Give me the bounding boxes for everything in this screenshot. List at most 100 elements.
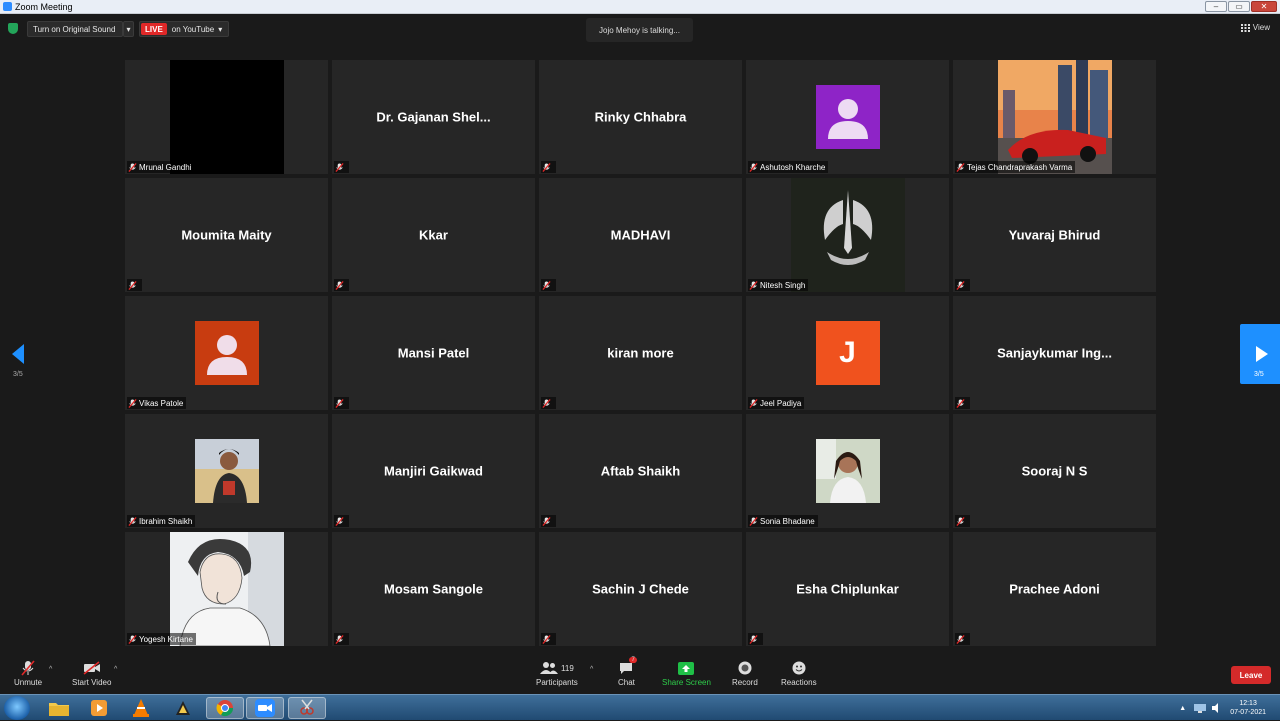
participant-name-center: Manjiri Gaikwad — [384, 463, 483, 479]
participants-button[interactable]: 119 Participants — [536, 660, 578, 687]
video-options-caret[interactable]: ^ — [114, 666, 117, 673]
participant-tile[interactable]: Mrunal Gandhi — [125, 60, 328, 174]
participant-name: Vikas Patole — [139, 398, 184, 408]
window-title: Zoom Meeting — [15, 1, 73, 12]
maximize-button[interactable]: ▭ — [1228, 1, 1250, 12]
vlc-icon[interactable] — [122, 697, 160, 719]
record-icon — [738, 660, 752, 676]
participant-tile[interactable]: Yogesh Kirtane — [125, 532, 328, 646]
participant-tile[interactable]: Aftab Shaikh — [539, 414, 742, 528]
participant-tile[interactable]: Sanjaykumar Ing... — [953, 296, 1156, 410]
muted-microphone-icon — [334, 634, 344, 644]
participant-name: Yogesh Kirtane — [139, 634, 193, 644]
reactions-label: Reactions — [781, 678, 817, 687]
start-button-icon[interactable] — [4, 696, 30, 720]
participant-label — [541, 633, 556, 645]
reactions-button[interactable]: Reactions — [781, 660, 817, 687]
muted-microphone-icon — [334, 398, 344, 408]
muted-microphone-icon — [127, 516, 137, 526]
participants-label: Participants — [536, 678, 578, 687]
participant-tile[interactable]: Vikas Patole — [125, 296, 328, 410]
participant-label: Tejas Chandraprakash Varma — [955, 161, 1076, 173]
audio-options-caret[interactable]: ^ — [49, 666, 52, 673]
participant-tile[interactable]: Ashutosh Kharche — [746, 60, 949, 174]
participant-tile[interactable]: Moumita Maity — [125, 178, 328, 292]
participant-name-center: Mosam Sangole — [384, 581, 483, 597]
muted-microphone-icon — [955, 162, 965, 172]
tray-expand-icon[interactable]: ▲ — [1179, 705, 1186, 712]
participant-tile[interactable]: Sonia Bhadane — [746, 414, 949, 528]
participant-tile[interactable]: Kkar — [332, 178, 535, 292]
muted-microphone-icon — [541, 162, 551, 172]
participant-tile[interactable]: MADHAVI — [539, 178, 742, 292]
participant-name-center: Yuvaraj Bhirud — [1008, 227, 1101, 243]
participant-tile[interactable]: Sachin J Chede — [539, 532, 742, 646]
participants-count: 119 — [561, 663, 574, 673]
participant-label — [334, 279, 349, 291]
participant-name-center: Dr. Gajanan Shel... — [376, 109, 491, 125]
participant-photo — [790, 178, 905, 292]
close-button[interactable]: ✕ — [1251, 1, 1277, 12]
media-player-icon[interactable] — [80, 697, 118, 719]
previous-page-arrow-icon[interactable] — [12, 344, 26, 364]
file-explorer-icon[interactable] — [40, 697, 78, 719]
participant-photo — [997, 60, 1112, 174]
participant-tile[interactable]: Tejas Chandraprakash Varma — [953, 60, 1156, 174]
volume-icon[interactable] — [1212, 703, 1222, 713]
chrome-icon[interactable] — [206, 697, 244, 719]
record-button[interactable]: Record — [732, 660, 758, 687]
leave-label: Leave — [1239, 670, 1263, 680]
participants-options-caret[interactable]: ^ — [590, 666, 593, 673]
window-titlebar: Zoom Meeting – ▭ ✕ — [0, 0, 1280, 14]
participant-tile[interactable]: Manjiri Gaikwad — [332, 414, 535, 528]
participant-tile[interactable]: Mansi Patel — [332, 296, 535, 410]
snipping-tool-icon[interactable] — [288, 697, 326, 719]
participant-tile[interactable]: Rinky Chhabra — [539, 60, 742, 174]
view-label: View — [1252, 23, 1270, 32]
participant-tile[interactable]: Nitesh Singh — [746, 178, 949, 292]
unmute-button[interactable]: Unmute — [14, 660, 42, 687]
participant-tile[interactable]: Yuvaraj Bhirud — [953, 178, 1156, 292]
participant-name: Mrunal Gandhi — [139, 162, 192, 172]
record-label: Record — [732, 678, 758, 687]
participant-tile[interactable]: J Jeel Padiya — [746, 296, 949, 410]
leave-button[interactable]: Leave — [1231, 666, 1271, 684]
taskbar-clock[interactable]: 12:13 07-07-2021 — [1230, 699, 1266, 717]
minimize-button[interactable]: – — [1205, 1, 1227, 12]
shield-icon[interactable] — [8, 23, 18, 34]
participant-label: Mrunal Gandhi — [127, 161, 195, 173]
participant-name-center: MADHAVI — [610, 227, 671, 243]
tool-app-icon[interactable] — [164, 697, 202, 719]
participant-photo — [194, 439, 259, 503]
muted-microphone-icon — [334, 280, 344, 290]
participant-label: Ibrahim Shaikh — [127, 515, 196, 527]
share-screen-button[interactable]: Share Screen — [662, 660, 711, 687]
chevron-down-icon: ▾ — [126, 24, 131, 34]
participant-tile[interactable]: Mosam Sangole — [332, 532, 535, 646]
participant-tile[interactable]: Dr. Gajanan Shel... — [332, 60, 535, 174]
original-sound-button[interactable]: Turn on Original Sound — [27, 21, 123, 37]
active-speaker-indicator: Jojo Mehoy is talking... — [586, 18, 693, 42]
muted-microphone-icon — [748, 398, 758, 408]
original-sound-dropdown[interactable]: ▾ — [123, 21, 134, 37]
participant-label — [334, 515, 349, 527]
participant-tile[interactable]: Sooraj N S — [953, 414, 1156, 528]
participant-tile[interactable]: Prachee Adoni — [953, 532, 1156, 646]
zoom-taskbar-icon[interactable] — [246, 697, 284, 719]
participant-tile[interactable]: kiran more — [539, 296, 742, 410]
participant-label — [541, 279, 556, 291]
view-button[interactable]: View — [1240, 23, 1270, 32]
talking-label: Jojo Mehoy is talking... — [599, 25, 680, 35]
page-indicator-right: 3/5 — [1254, 371, 1264, 378]
participant-label: Yogesh Kirtane — [127, 633, 196, 645]
participant-label — [748, 633, 763, 645]
live-on-youtube-button[interactable]: LIVE on YouTube ▾ — [139, 21, 229, 37]
gallery-grid: Mrunal Gandhi Dr. Gajanan Shel... Rinky … — [125, 60, 1156, 648]
meeting-toolbar: Unmute ^ Start Video ^ 119 Participants … — [0, 652, 1280, 694]
participant-tile[interactable]: Ibrahim Shaikh — [125, 414, 328, 528]
participant-name-center: Aftab Shaikh — [600, 463, 681, 479]
network-icon[interactable] — [1194, 703, 1207, 713]
participant-tile[interactable]: Esha Chiplunkar — [746, 532, 949, 646]
chat-button[interactable]: 7 Chat — [618, 657, 637, 687]
start-video-button[interactable]: Start Video — [72, 660, 111, 687]
